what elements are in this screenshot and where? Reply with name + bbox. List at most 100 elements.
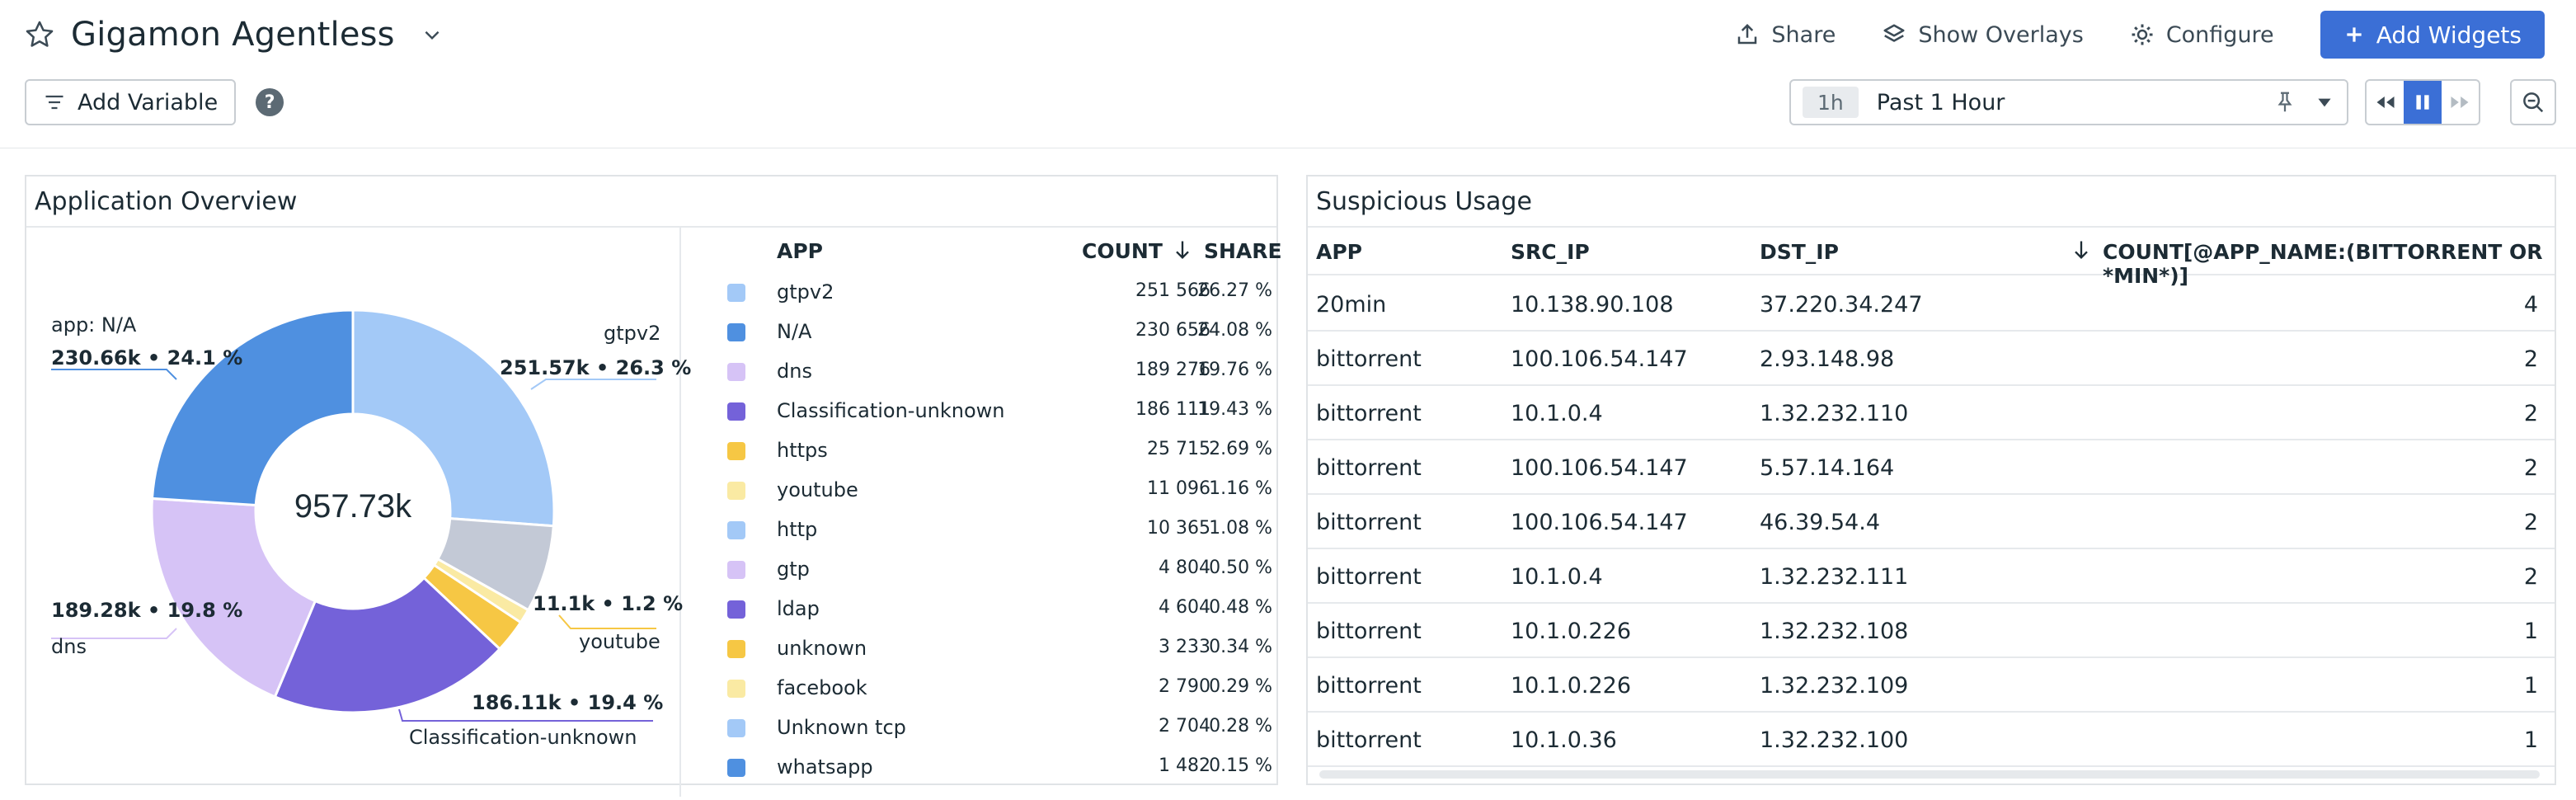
- sort-arrow-down-icon[interactable]: [2070, 238, 2093, 262]
- legend-row[interactable]: facebook 2 790 0.29 %: [683, 668, 1278, 708]
- cell-src-ip: 100.106.54.147: [1511, 510, 1688, 535]
- cell-dst-ip: 5.57.14.164: [1760, 455, 1895, 481]
- add-widgets-button[interactable]: Add Widgets: [2320, 11, 2545, 59]
- cell-dst-ip: 37.220.34.247: [1760, 292, 1923, 318]
- cell-src-ip: 10.138.90.108: [1511, 292, 1674, 318]
- legend-share: 0.28 %: [1209, 716, 1272, 736]
- legend-row[interactable]: https 25 715 2.69 %: [683, 431, 1278, 470]
- legend-row[interactable]: http 10 365 1.08 %: [683, 510, 1278, 549]
- cell-dst-ip: 1.32.232.108: [1760, 619, 1909, 644]
- table-row[interactable]: bittorrent 100.106.54.147 2.93.148.98 2: [1308, 332, 2555, 386]
- plus-icon: [2347, 27, 2362, 42]
- cell-count: 2: [2523, 564, 2538, 590]
- filter-icon: [45, 95, 63, 110]
- col-dst-ip[interactable]: DST_IP: [1760, 240, 1839, 264]
- legend-row[interactable]: gtpv2 251 566 26.27 %: [683, 272, 1278, 312]
- legend-row[interactable]: gtp 4 804 0.50 %: [683, 549, 1278, 589]
- table-row[interactable]: 20min 10.138.90.108 37.220.34.247 4: [1308, 277, 2555, 332]
- cell-app: bittorrent: [1316, 510, 1422, 535]
- sort-arrow-down-icon[interactable]: [1171, 238, 1194, 262]
- page-title: Gigamon Agentless: [71, 16, 395, 54]
- add-variable-button[interactable]: Add Variable: [25, 79, 237, 125]
- legend-row[interactable]: whatsapp 1 482 0.15 %: [683, 747, 1278, 787]
- legend-col-share[interactable]: SHARE: [1204, 239, 1282, 263]
- pie-slice-n-a[interactable]: [150, 308, 355, 507]
- cell-count: 4: [2523, 292, 2538, 318]
- legend-row[interactable]: Classification-unknown 186 111 19.43 %: [683, 391, 1278, 431]
- pie-label-dns-value: 189.28k • 19.8 %: [51, 599, 243, 622]
- legend-header: APP COUNT SHARE: [683, 228, 1282, 272]
- rewind-icon: [2376, 96, 2395, 108]
- legend-app-name: gtpv2: [777, 280, 834, 304]
- share-label: Share: [1771, 21, 1836, 48]
- pause-button[interactable]: [2404, 81, 2442, 124]
- top-actions: Share Show Overlays Configure Add Widget…: [1735, 10, 2545, 59]
- show-overlays-button[interactable]: Show Overlays: [1882, 21, 2084, 48]
- cell-count: 1: [2523, 727, 2538, 753]
- legend-row[interactable]: ldap 4 604 0.48 %: [683, 589, 1278, 628]
- legend-row[interactable]: N/A 230 656 24.08 %: [683, 312, 1278, 351]
- cell-count: 2: [2523, 510, 2538, 535]
- legend-share: 1.08 %: [1209, 518, 1272, 539]
- star-icon[interactable]: [23, 18, 56, 51]
- cell-dst-ip: 1.32.232.110: [1760, 401, 1909, 426]
- configure-button[interactable]: Configure: [2130, 22, 2274, 48]
- chevron-down-icon[interactable]: [420, 22, 444, 47]
- table-row[interactable]: bittorrent 100.106.54.147 5.57.14.164 2: [1308, 440, 2555, 495]
- cell-app: bittorrent: [1316, 673, 1422, 699]
- legend-col-app[interactable]: APP: [777, 239, 823, 263]
- table-row[interactable]: bittorrent 10.1.0.4 1.32.232.110 2: [1308, 386, 2555, 440]
- cell-app: bittorrent: [1316, 564, 1422, 590]
- cell-dst-ip: 1.32.232.111: [1760, 564, 1909, 590]
- cell-count: 2: [2523, 346, 2538, 372]
- legend-app-name: unknown: [777, 637, 867, 660]
- legend-share: 19.76 %: [1197, 360, 1272, 380]
- pin-icon[interactable]: [2273, 90, 2297, 115]
- cell-app: bittorrent: [1316, 455, 1422, 481]
- table-row[interactable]: bittorrent 10.1.0.36 1.32.232.100 1: [1308, 713, 2555, 767]
- pie-label-dns-name: dns: [51, 635, 87, 658]
- cell-dst-ip: 46.39.54.4: [1760, 510, 1880, 535]
- table-row[interactable]: bittorrent 10.1.0.226 1.32.232.108 1: [1308, 604, 2555, 658]
- legend-app-name: Unknown tcp: [777, 716, 906, 739]
- col-app[interactable]: APP: [1316, 240, 1362, 264]
- legend-share: 2.69 %: [1209, 439, 1272, 459]
- table-row[interactable]: bittorrent 100.106.54.147 46.39.54.4 2: [1308, 495, 2555, 549]
- dashboard-header: Gigamon Agentless Share Show Overlays Co…: [0, 0, 2576, 148]
- caret-down-icon[interactable]: [2314, 92, 2335, 113]
- legend-app-name: Classification-unknown: [777, 399, 1005, 422]
- time-range-badge: 1h: [1803, 87, 1859, 118]
- rewind-button[interactable]: [2367, 81, 2404, 124]
- col-src-ip[interactable]: SRC_IP: [1511, 240, 1590, 264]
- legend-app-name: http: [777, 518, 818, 541]
- legend-row[interactable]: dns 189 276 19.76 %: [683, 351, 1278, 391]
- pie-label-youtube-value: 11.1k • 1.2 %: [533, 592, 684, 615]
- share-button[interactable]: Share: [1735, 22, 1836, 48]
- time-range-label: Past 1 Hour: [1876, 89, 2005, 115]
- pie-label-cu-name: Classification-unknown: [409, 726, 637, 749]
- variables-row: Add Variable ?: [25, 79, 284, 125]
- cell-count: 2: [2523, 401, 2538, 426]
- legend-row[interactable]: unknown 3 233 0.34 %: [683, 628, 1278, 668]
- legend-swatch: [727, 482, 745, 500]
- show-overlays-label: Show Overlays: [1918, 21, 2084, 48]
- share-icon: [1738, 23, 1757, 45]
- table-row[interactable]: bittorrent 10.1.0.4 1.32.232.111 2: [1308, 549, 2555, 604]
- legend-row[interactable]: Unknown tcp 2 704 0.28 %: [683, 708, 1278, 747]
- table-row[interactable]: bittorrent 10.1.0.226 1.32.232.109 1: [1308, 658, 2555, 713]
- horizontal-scrollbar[interactable]: [1319, 770, 2540, 779]
- zoom-out-button[interactable]: [2510, 79, 2556, 125]
- title-row: Gigamon Agentless: [23, 10, 444, 59]
- legend-app-name: facebook: [777, 676, 867, 699]
- forward-button[interactable]: [2442, 81, 2479, 124]
- legend-share: 0.34 %: [1209, 637, 1272, 657]
- cell-dst-ip: 1.32.232.100: [1760, 727, 1909, 753]
- time-range-selector[interactable]: 1h Past 1 Hour: [1789, 79, 2348, 125]
- legend-col-count[interactable]: COUNT: [1082, 239, 1163, 263]
- pie-label-na-name: app: N/A: [51, 313, 137, 336]
- zoom-out-icon: [2523, 92, 2544, 113]
- legend-row[interactable]: youtube 11 096 1.16 %: [683, 470, 1278, 510]
- legend-swatch: [727, 719, 745, 737]
- legend-app-name: youtube: [777, 478, 858, 501]
- help-icon[interactable]: ?: [256, 88, 284, 116]
